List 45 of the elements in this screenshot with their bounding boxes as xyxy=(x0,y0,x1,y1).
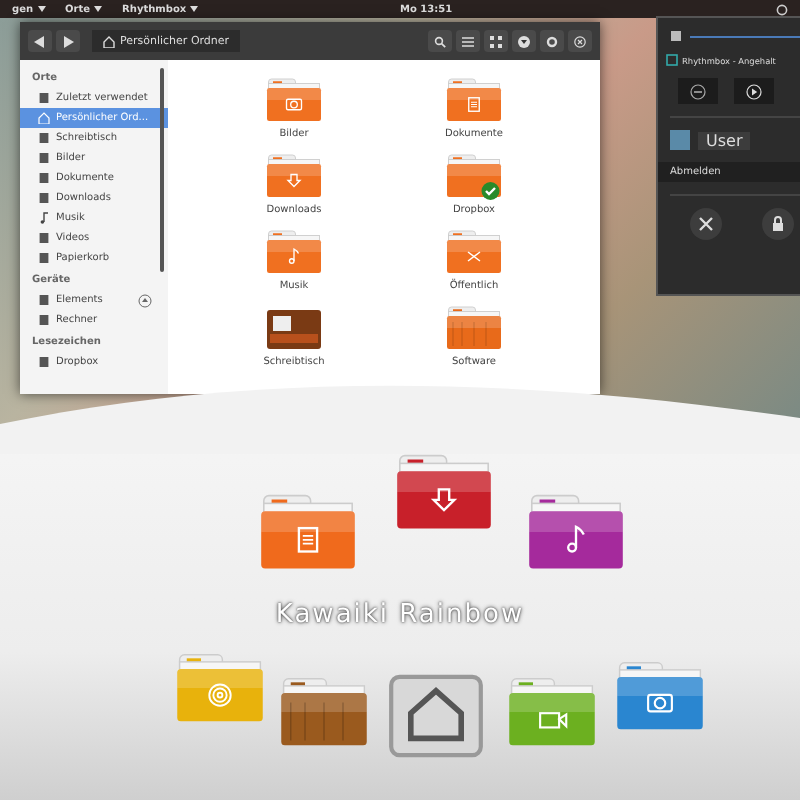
minus-icon xyxy=(690,83,706,99)
grid-icon xyxy=(490,35,502,47)
lock-button[interactable] xyxy=(762,208,794,240)
place-icon xyxy=(38,356,50,368)
previous-button[interactable] xyxy=(678,78,718,104)
search-icon xyxy=(434,35,446,47)
folder-icon[interactable] xyxy=(444,152,504,200)
home-icon xyxy=(102,35,116,47)
lock-icon xyxy=(770,216,786,232)
play-icon xyxy=(746,83,762,99)
folder-icon[interactable] xyxy=(444,304,504,352)
caret-icon xyxy=(94,6,103,12)
back-icon xyxy=(34,35,46,47)
settings-button[interactable] xyxy=(690,208,722,240)
close-icon xyxy=(574,35,586,47)
caret-icon xyxy=(37,6,46,12)
forward-button[interactable] xyxy=(56,30,80,52)
theme-title: Kawaiki Rainbow xyxy=(273,600,527,630)
folder-icon[interactable] xyxy=(612,658,708,734)
settings-icon xyxy=(546,35,558,47)
user-name[interactable]: User xyxy=(698,131,751,149)
power-icon[interactable] xyxy=(776,3,788,15)
settings-button[interactable] xyxy=(540,30,564,52)
cross-icon xyxy=(698,216,714,232)
back-button[interactable] xyxy=(28,30,52,52)
grid-view-button[interactable] xyxy=(484,30,508,52)
list-icon xyxy=(462,35,474,47)
folder-icon[interactable] xyxy=(524,490,628,574)
view-menu-button[interactable] xyxy=(512,30,536,52)
folder-icon[interactable] xyxy=(392,450,496,534)
folder-icon[interactable] xyxy=(264,304,324,352)
close-button[interactable] xyxy=(568,30,592,52)
dropdown-icon xyxy=(518,35,530,47)
scrollbar[interactable] xyxy=(160,68,164,272)
forward-icon xyxy=(62,35,74,47)
caret-icon xyxy=(190,6,199,12)
eject-icon[interactable] xyxy=(138,293,152,307)
speaker-icon xyxy=(670,30,682,42)
play-button[interactable] xyxy=(734,78,774,104)
search-button[interactable] xyxy=(428,30,452,52)
folder-icon[interactable] xyxy=(276,674,372,750)
list-view-button[interactable] xyxy=(456,30,480,52)
place-icon xyxy=(38,212,50,224)
player-icon xyxy=(666,54,678,66)
avatar-placeholder xyxy=(670,130,690,150)
